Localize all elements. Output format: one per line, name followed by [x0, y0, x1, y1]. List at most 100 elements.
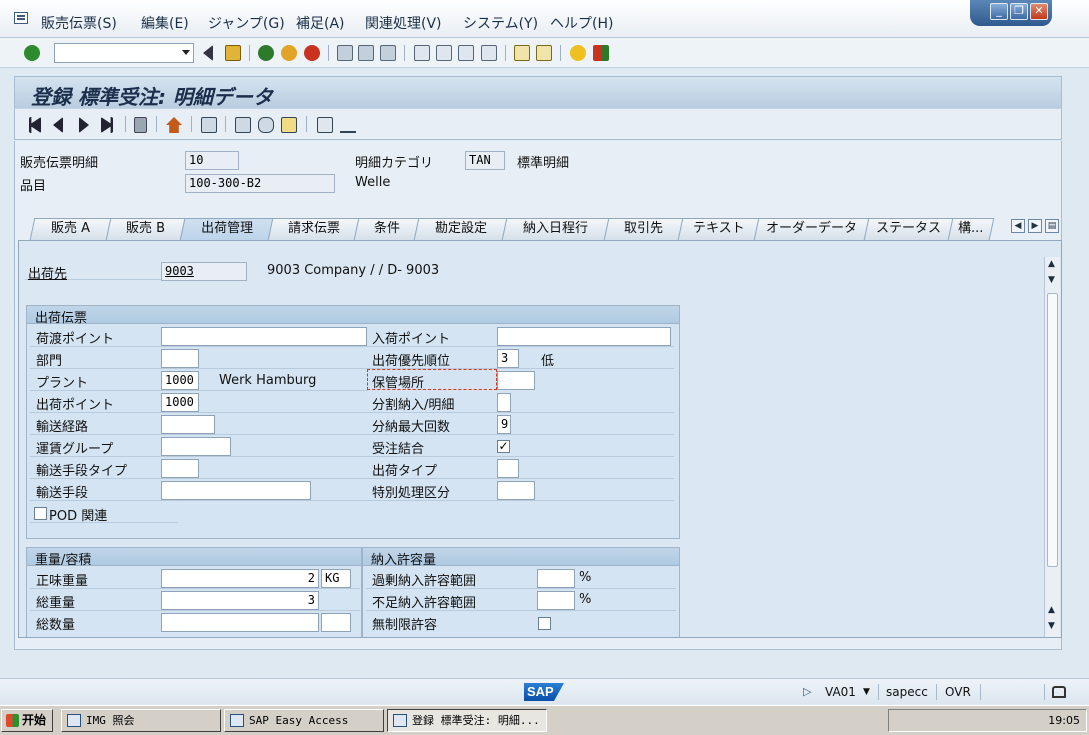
shipto-label[interactable]: 出荷先 — [28, 263, 67, 282]
scroll-up-icon[interactable]: ▲ — [1048, 605, 1055, 615]
shortcut-icon[interactable] — [536, 45, 552, 61]
max-partial-deliveries-field[interactable]: 9 — [497, 415, 511, 434]
app-menu-icon[interactable] — [14, 12, 28, 24]
shipto-field[interactable]: 9003 — [161, 262, 247, 281]
help-icon[interactable] — [570, 45, 586, 61]
tab-account-assignment[interactable]: 勘定設定 — [413, 218, 509, 240]
cancel-icon[interactable] — [304, 45, 320, 61]
partner-config-icon[interactable] — [235, 117, 251, 133]
net-weight-field[interactable]: 2 — [161, 569, 319, 588]
freight-group-field[interactable] — [161, 437, 231, 456]
means-of-transport-field[interactable] — [161, 481, 311, 500]
start-button[interactable]: 开始 — [1, 709, 53, 732]
next-item-icon[interactable] — [79, 117, 89, 133]
task-sap-easy-access[interactable]: SAP Easy Access — [224, 709, 384, 732]
delivery-priority-field[interactable]: 3 — [497, 349, 519, 368]
find-icon[interactable] — [358, 45, 374, 61]
volume-field[interactable] — [161, 613, 319, 632]
weight-unit-field[interactable]: KG — [321, 569, 351, 588]
last-page-icon[interactable] — [481, 45, 497, 61]
scroll-up-icon[interactable]: ▲ — [1048, 259, 1055, 269]
overdelivery-field[interactable] — [537, 569, 575, 588]
volume-unit-field[interactable] — [321, 613, 351, 632]
tab-structure[interactable]: 構... — [947, 218, 995, 240]
tab-order-data[interactable]: オーダーデータ — [753, 218, 871, 240]
first-item-icon[interactable] — [29, 117, 41, 133]
enter-check-icon[interactable] — [24, 45, 40, 61]
minimize-button[interactable]: _ — [990, 3, 1008, 20]
last-item-icon[interactable] — [101, 117, 113, 133]
tab-sales-b[interactable]: 販売 B — [105, 218, 187, 240]
insert-mode[interactable]: OVR — [945, 685, 971, 699]
shipping-point-field[interactable]: 1000 — [161, 393, 199, 412]
route-field[interactable] — [161, 415, 215, 434]
means-of-transport-type-field[interactable] — [161, 459, 199, 478]
tab-scroll-left-icon[interactable]: ◀ — [1011, 219, 1025, 233]
plant-field[interactable]: 1000 — [161, 371, 199, 390]
task-create-standard-order[interactable]: 登録 標準受注: 明細... — [387, 709, 547, 732]
first-page-icon[interactable] — [414, 45, 430, 61]
unlimited-tolerance-checkbox[interactable] — [538, 617, 551, 630]
tab-schedule-lines[interactable]: 納入日程行 — [501, 218, 611, 240]
overview-icon[interactable] — [201, 117, 217, 133]
item-field[interactable]: 10 — [185, 151, 239, 170]
back-icon[interactable] — [258, 45, 274, 61]
header-home-icon[interactable] — [166, 117, 182, 133]
lock-icon[interactable] — [1052, 686, 1066, 698]
menu-help[interactable]: ヘルプ(H) — [550, 13, 613, 33]
menu-system[interactable]: システム(Y) — [463, 13, 538, 33]
tab-sales-a[interactable]: 販売 A — [29, 218, 113, 240]
exit-icon[interactable] — [281, 45, 297, 61]
unloading-point-field[interactable] — [161, 327, 367, 346]
order-combination-checkbox[interactable]: ✓ — [497, 440, 510, 453]
material-field[interactable]: 100-300-B2 — [185, 174, 335, 193]
previous-item-icon[interactable] — [53, 117, 63, 133]
scrollbar-thumb[interactable] — [1047, 293, 1058, 567]
department-field[interactable] — [161, 349, 199, 368]
calculator-icon[interactable] — [317, 117, 333, 133]
scroll-down-icon[interactable]: ▼ — [1048, 621, 1055, 631]
tab-list-icon[interactable]: ▤ — [1045, 219, 1059, 233]
tab-conditions[interactable]: 条件 — [353, 218, 421, 240]
tab-billing[interactable]: 請求伝票 — [267, 218, 361, 240]
storage-location-field[interactable] — [497, 371, 535, 390]
receiving-point-field[interactable] — [497, 327, 671, 346]
play-icon[interactable]: ▷ — [803, 685, 811, 698]
tab-partners[interactable]: 取引先 — [603, 218, 685, 240]
tab-scroll-right-icon[interactable]: ▶ — [1028, 219, 1042, 233]
menu-goto[interactable]: ジャンプ(G) — [208, 13, 285, 33]
chevron-down-icon[interactable] — [182, 50, 190, 55]
new-session-icon[interactable] — [514, 45, 530, 61]
partial-delivery-field[interactable] — [497, 393, 511, 412]
layout-menu-icon[interactable] — [593, 45, 609, 61]
find-next-icon[interactable] — [380, 45, 396, 61]
tab-texts[interactable]: テキスト — [677, 218, 761, 240]
menu-sales-document[interactable]: 販売伝票(S) — [41, 13, 117, 33]
special-processing-field[interactable] — [497, 481, 535, 500]
tab-shipping[interactable]: 出荷管理 — [179, 218, 275, 241]
item-category-field[interactable]: TAN — [465, 151, 505, 170]
menu-environment[interactable]: 関連処理(V) — [365, 13, 442, 33]
collapse-icon[interactable] — [203, 45, 213, 61]
delete-trash-icon[interactable] — [134, 117, 147, 133]
command-field[interactable] — [54, 43, 194, 63]
delivery-type-field[interactable] — [497, 459, 519, 478]
search-binoculars-icon[interactable] — [258, 117, 274, 133]
menu-extras[interactable]: 補足(A) — [296, 13, 345, 33]
print-icon[interactable] — [337, 45, 353, 61]
gross-weight-field[interactable]: 3 — [161, 591, 319, 610]
chevron-down-icon[interactable]: ▼ — [863, 687, 870, 697]
next-page-icon[interactable] — [458, 45, 474, 61]
scroll-up-icon[interactable]: ▼ — [1048, 275, 1055, 285]
vertical-scrollbar[interactable]: ▲ ▼ ▲ ▼ — [1044, 257, 1060, 637]
task-img-display[interactable]: IMG 照会 — [61, 709, 221, 732]
menu-edit[interactable]: 編集(E) — [141, 13, 189, 33]
restore-button[interactable]: ❐ — [1010, 3, 1028, 20]
save-icon[interactable] — [225, 45, 241, 61]
pod-relevant-checkbox[interactable] — [34, 507, 47, 520]
previous-page-icon[interactable] — [436, 45, 452, 61]
tab-status[interactable]: ステータス — [863, 218, 955, 240]
edit-document-icon[interactable] — [281, 117, 297, 133]
underdelivery-field[interactable] — [537, 591, 575, 610]
signature-icon[interactable] — [340, 117, 356, 133]
